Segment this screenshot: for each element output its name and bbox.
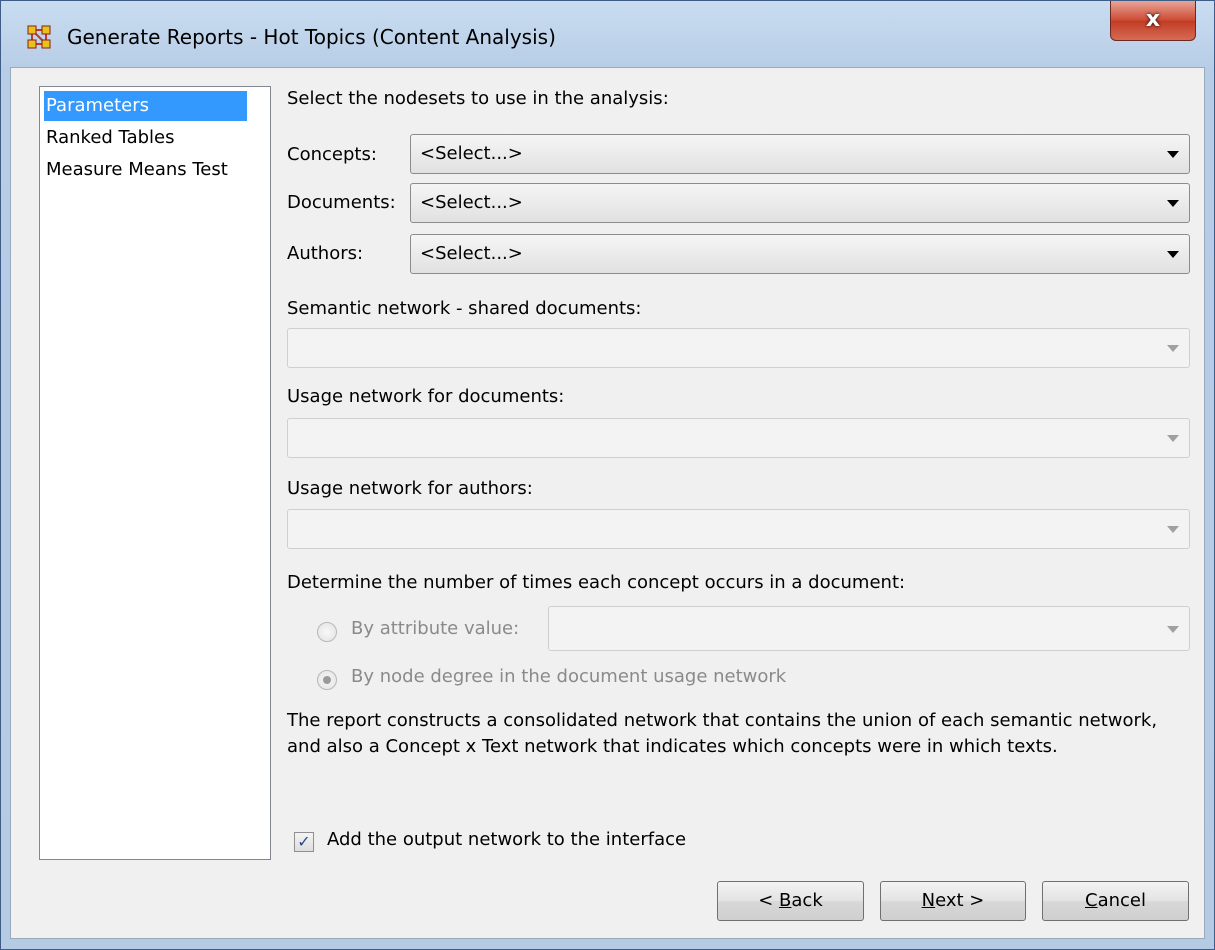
chevron-down-icon	[1167, 151, 1179, 158]
authors-select[interactable]: <Select...>	[410, 234, 1190, 274]
back-button[interactable]: < Back	[717, 881, 864, 921]
nav-item-parameters[interactable]: Parameters	[44, 91, 247, 121]
back-button-prefix: <	[758, 890, 780, 911]
concepts-value: <Select...>	[420, 143, 523, 164]
by-degree-label: By node degree in the document usage net…	[351, 666, 787, 687]
by-degree-radio[interactable]	[317, 670, 337, 690]
ora-network-icon[interactable]	[27, 25, 51, 49]
nav-item-ranked-tables[interactable]: Ranked Tables	[44, 123, 174, 153]
dialog-window: Generate Reports - Hot Topics (Content A…	[0, 0, 1215, 950]
add-output-label: Add the output network to the interface	[327, 829, 687, 850]
nav-item-measure-means-test[interactable]: Measure Means Test	[44, 155, 228, 185]
concepts-select[interactable]: <Select...>	[410, 134, 1190, 174]
report-section-list: Parameters Ranked Tables Measure Means T…	[39, 86, 271, 860]
nodesets-heading: Select the nodesets to use in the analys…	[287, 88, 669, 109]
documents-label: Documents:	[287, 192, 396, 213]
usage-docs-label: Usage network for documents:	[287, 386, 565, 407]
close-button[interactable]: x	[1110, 1, 1196, 41]
authors-value: <Select...>	[420, 243, 523, 264]
chevron-down-icon	[1167, 526, 1179, 533]
documents-value: <Select...>	[420, 192, 523, 213]
back-button-label: ack	[791, 890, 823, 911]
title-bar[interactable]: Generate Reports - Hot Topics (Content A…	[1, 1, 1214, 67]
add-output-checkbox[interactable]: ✓	[294, 832, 314, 852]
radio-selected-dot	[323, 676, 331, 684]
concepts-label: Concepts:	[287, 144, 377, 165]
chevron-down-icon	[1167, 345, 1179, 352]
semantic-network-label: Semantic network - shared documents:	[287, 298, 642, 319]
chevron-down-icon	[1167, 251, 1179, 258]
dialog-body: Parameters Ranked Tables Measure Means T…	[10, 67, 1205, 939]
checkmark-icon: ✓	[297, 832, 311, 851]
close-icon: x	[1145, 7, 1161, 32]
cancel-button[interactable]: Cancel	[1042, 881, 1189, 921]
chevron-down-icon	[1167, 200, 1179, 207]
semantic-network-select[interactable]	[287, 328, 1190, 368]
back-button-mnemonic: B	[779, 890, 792, 911]
next-button[interactable]: Next >	[880, 881, 1026, 921]
occurrence-heading: Determine the number of times each conce…	[287, 572, 906, 593]
attribute-select[interactable]	[548, 606, 1190, 651]
cancel-button-label: ancel	[1097, 890, 1146, 911]
cancel-button-mnemonic: C	[1085, 890, 1098, 911]
usage-docs-select[interactable]	[287, 418, 1190, 458]
by-attribute-label: By attribute value:	[351, 618, 520, 639]
chevron-down-icon	[1167, 626, 1179, 633]
documents-select[interactable]: <Select...>	[410, 183, 1190, 223]
authors-label: Authors:	[287, 243, 364, 264]
usage-authors-select[interactable]	[287, 509, 1190, 549]
chevron-down-icon	[1167, 435, 1179, 442]
window-title: Generate Reports - Hot Topics (Content A…	[67, 25, 556, 49]
next-button-mnemonic: N	[921, 890, 936, 911]
next-button-label: ext >	[935, 890, 985, 911]
by-attribute-radio[interactable]	[317, 622, 337, 642]
report-description: The report constructs a consolidated net…	[287, 710, 1158, 757]
usage-authors-label: Usage network for authors:	[287, 478, 533, 499]
